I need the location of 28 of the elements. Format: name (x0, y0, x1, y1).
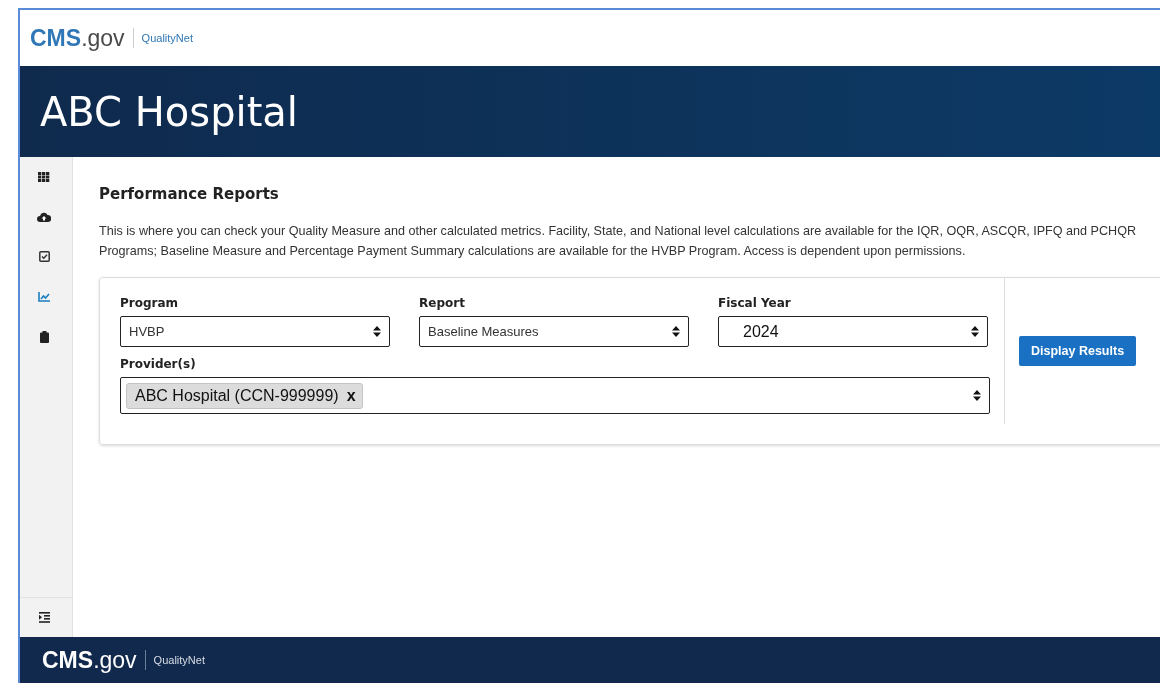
display-results-button[interactable]: Display Results (1019, 336, 1137, 366)
field-label: Report (419, 296, 466, 310)
select-field[interactable]: 2024 (718, 316, 988, 347)
remove-tag-button[interactable]: x (346, 386, 356, 405)
select-field[interactable]: Baseline Measures (419, 316, 689, 347)
checkbox-icon (38, 251, 50, 262)
tag-label: ABC Hospital (CCN-999999) (135, 386, 339, 405)
indent-icon (38, 612, 50, 623)
cloud-upload-icon (37, 211, 51, 222)
sort-caret-icon (973, 390, 981, 401)
hospital-title: ABC Hospital (40, 88, 298, 135)
cms-logo[interactable]: CMS.gov (30, 24, 125, 52)
sort-caret-icon (971, 326, 979, 337)
select-field[interactable]: HVBP (120, 316, 390, 347)
field-label: Provider(s) (120, 357, 197, 371)
clipboard-icon (39, 330, 49, 343)
page-title: Performance Reports (99, 185, 280, 203)
provider-select-field[interactable]: ABC Hospital (CCN-999999) x (120, 377, 990, 414)
page-description: This is where you can check your Quality Measure and other calculated metrics. Facility, State, and National level calculations are available for the IQR, OQR, ASCQR, IPFQ and PCHQR Programs; Baseline Measure and Percentage Payment Summary calculations are available for the HVBP Program. Access is dependent upon permissions. (99, 223, 1138, 260)
grid-icon (38, 171, 50, 182)
sort-caret-icon (672, 326, 680, 337)
field-label: Program (120, 296, 180, 310)
cms-logo[interactable]: CMS.gov (42, 646, 137, 674)
chart-icon (38, 291, 50, 302)
sort-caret-icon (373, 326, 381, 337)
qualitynet-label: QualityNet (153, 654, 205, 666)
qualitynet-label: QualityNet (141, 32, 193, 44)
field-label: Fiscal Year (718, 296, 792, 310)
